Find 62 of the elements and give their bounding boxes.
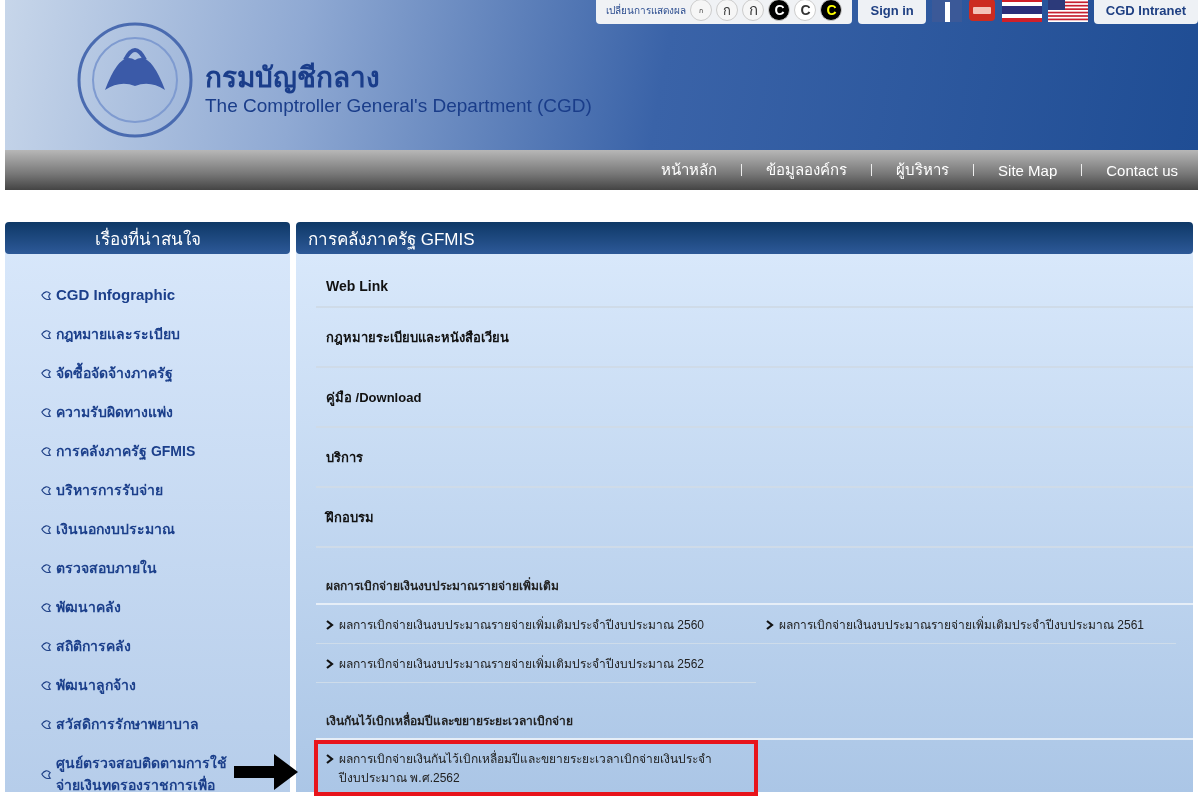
category-link[interactable]: Web Link [326,278,388,294]
nav-link[interactable]: ข้อมูลองค์กร [766,158,848,182]
pointer-arrow [234,752,298,792]
contrast-button[interactable]: C [768,0,791,21]
intranet-button[interactable]: CGD Intranet [1093,0,1198,24]
sign-in-button[interactable]: Sign in [858,0,926,24]
emblem-icon [39,561,53,575]
contrast-button[interactable]: C [794,0,817,21]
nav-link[interactable]: Contact us [1106,161,1178,179]
nav-link[interactable]: Site Map [998,161,1058,179]
chevron-icon [326,620,334,630]
category-link[interactable]: คู่มือ /Download [326,386,422,408]
sidebar-link[interactable]: พัฒนาคลัง [39,596,227,618]
site-subtitle: The Comptroller General's Department (CGD) [205,94,592,118]
sidebar-link[interactable]: ตรวจสอบภายใน [39,557,227,579]
panel-title: เรื่องที่น่าสนใจ [5,222,290,254]
sidebar-link[interactable]: ความรับผิดทางแพ่ง [39,401,227,423]
chevron-icon [766,620,774,630]
sidebar-link[interactable]: การคลังภาครัฐ GFMIS [39,440,227,462]
report-link[interactable]: ผลการเบิกจ่ายเงินงบประมาณรายจ่ายเพิ่มเติมประจำปีงบประมาณ 2562 [316,644,756,683]
emblem-icon [39,600,53,614]
panel-title: การคลังภาครัฐ GFMIS [296,222,1193,254]
emblem-icon [39,327,53,341]
site-title: กรมบัญชีกลาง [205,62,381,94]
chevron-icon [326,754,334,764]
section-title: เงินกันไว้เบิกเหลื่อมปีและขยายระยะเวลาเบิกจ่าย [326,714,573,728]
emblem-icon [39,366,53,380]
font-size-button[interactable]: ก [716,0,739,21]
sidebar-link[interactable]: กฎหมายและระเบียบ [39,323,227,345]
video-icon[interactable] [967,0,996,22]
display-label: เปลี่ยนการแสดงผล [606,2,687,18]
emblem-icon [39,767,53,781]
emblem-icon [39,405,53,419]
sidebar-link[interactable]: สวัสดิการรักษาพยาบาล [39,713,227,735]
flag-icon[interactable] [1001,0,1042,22]
flag-icon[interactable] [1047,0,1088,22]
nav-link[interactable]: หน้าหลัก [661,158,718,182]
category-link[interactable]: บริการ [326,446,363,468]
font-size-button[interactable]: ก [742,0,765,21]
report-link[interactable]: ผลการเบิกจ่ายเงินงบประมาณรายจ่ายเพิ่มเติมประจำปีงบประมาณ 2560 [316,605,756,644]
chevron-icon [326,659,334,669]
emblem-icon [39,444,53,458]
emblem-icon [39,678,53,692]
report-link[interactable]: ผลการเบิกจ่ายเงินกันไว้เบิกเหลื่อมปีและขยายระยะเวลาเบิกจ่ายเงินประจำปีงบประมาณ พ.ศ.2562 [314,740,758,796]
emblem-icon [39,522,53,536]
nav-link[interactable]: ผู้บริหาร [896,158,950,182]
category-link[interactable]: กฎหมายระเบียบและหนังสือเวียน [326,326,509,348]
emblem-icon [39,717,53,731]
category-link[interactable]: ฝึกอบรม [326,506,374,528]
sidebar-link[interactable]: พัฒนาลูกจ้าง [39,674,227,696]
sidebar-link[interactable]: จัดซื้อจัดจ้างภาครัฐ [39,362,227,384]
emblem-icon [39,288,53,302]
sidebar-link[interactable]: ศูนย์ตรวจสอบติดตามการใช้จ่ายเงินทดรองราชการเพื่อ [39,752,227,796]
sidebar-link[interactable]: สถิติการคลัง [39,635,227,657]
emblem-icon [39,483,53,497]
section-title: ผลการเบิกจ่ายเงินงบประมาณรายจ่ายเพิ่มเติม [326,579,559,593]
report-link[interactable]: ผลการเบิกจ่ายเงินงบประมาณรายจ่ายเพิ่มเติมประจำปีงบประมาณ 2561 [756,605,1176,644]
contrast-button[interactable]: C [820,0,843,21]
sidebar-link[interactable]: บริหารการรับจ่าย [39,479,227,501]
emblem-icon [39,639,53,653]
sidebar-link[interactable]: CGD Infographic [39,284,227,306]
sidebar-link[interactable]: เงินนอกงบประมาณ [39,518,227,540]
